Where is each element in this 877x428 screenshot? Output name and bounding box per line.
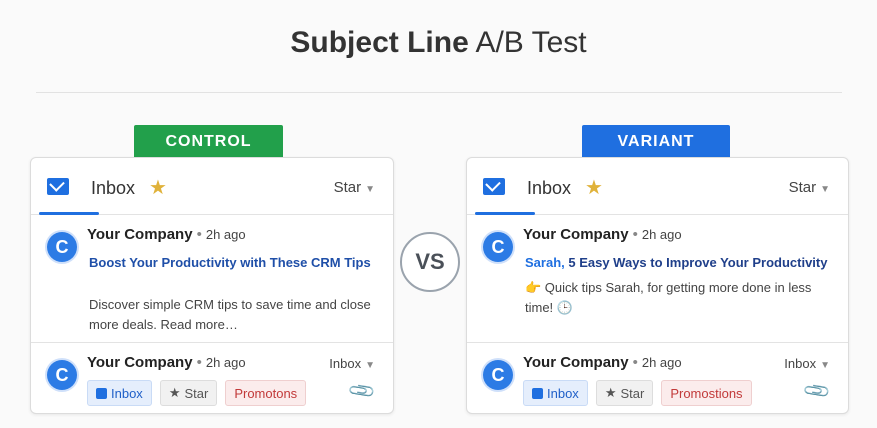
variant-tag: VARIANT xyxy=(582,125,730,158)
divider xyxy=(36,92,842,93)
paperclip-icon[interactable]: 📎 xyxy=(346,376,377,406)
star-chip[interactable]: ★ Star xyxy=(159,380,218,406)
email-row[interactable]: C Your Company • 2h ago Inbox ▼ Inbox ★ Star… xyxy=(467,343,848,413)
chevron-down-icon: ▼ xyxy=(820,184,830,195)
paperclip-icon[interactable]: 📎 xyxy=(801,376,832,406)
avatar: C xyxy=(47,232,77,262)
timestamp: 2h ago xyxy=(641,227,682,242)
timestamp: 2h ago xyxy=(205,355,246,370)
timestamp: 2h ago xyxy=(641,355,682,370)
star-icon: ★ xyxy=(604,385,617,400)
inbox-menu[interactable]: Inbox ▼ xyxy=(329,356,375,371)
inbox-chip[interactable]: Inbox xyxy=(87,380,152,406)
mail-icon[interactable] xyxy=(483,178,505,195)
sender-line: Your Company • 2h ago xyxy=(523,226,682,243)
mail-icon xyxy=(96,387,107,399)
sender-line: Your Company • 2h ago xyxy=(87,354,246,371)
inbox-chip[interactable]: Inbox xyxy=(523,380,588,406)
page-title: Subject Line A/B Test xyxy=(290,26,587,59)
label-chips: Inbox ★ Star Promostions xyxy=(523,380,752,406)
preview-text: 👉 Quick tips Sarah, for getting more don… xyxy=(525,280,812,315)
star-icon: ★ xyxy=(168,385,181,400)
email-row[interactable]: C Your Company • 2h ago Inbox ▼ Inbox ★ Star… xyxy=(31,343,393,413)
promotions-chip[interactable]: Promostions xyxy=(661,380,752,406)
avatar: C xyxy=(483,232,513,262)
star-icon[interactable]: ★ xyxy=(585,175,603,200)
sender-line: Your Company • 2h ago xyxy=(523,354,682,371)
inbox-label[interactable]: Inbox xyxy=(527,178,571,199)
vs-badge: VS xyxy=(400,232,460,292)
star-menu[interactable]: Star ▼ xyxy=(334,179,375,196)
mail-icon xyxy=(532,387,543,399)
subject-line: Sarah, 5 Easy Ways to Improve Your Produ… xyxy=(525,255,828,270)
star-icon[interactable]: ★ xyxy=(149,175,167,200)
inbox-header: Inbox ★ Star ▼ xyxy=(31,158,393,215)
avatar: C xyxy=(483,360,513,390)
sender-line: Your Company • 2h ago xyxy=(87,226,246,243)
chevron-down-icon: ▼ xyxy=(365,184,375,195)
subject-line: Boost Your Productivity with These CRM T… xyxy=(89,255,371,270)
control-tag: CONTROL xyxy=(134,125,283,158)
star-menu[interactable]: Star ▼ xyxy=(789,179,830,196)
email-message[interactable]: C Your Company • 2h ago Sarah, 5 Easy Ways… xyxy=(467,215,848,343)
inbox-label[interactable]: Inbox xyxy=(91,178,135,199)
preview-text: Discover simple CRM tips to save time an… xyxy=(89,297,371,332)
label-chips: Inbox ★ Star Promotons xyxy=(87,380,307,406)
inbox-header: Inbox ★ Star ▼ xyxy=(467,158,848,215)
mail-icon[interactable] xyxy=(47,178,69,195)
email-message[interactable]: C Your Company • 2h ago Boost Your Product… xyxy=(31,215,393,343)
chevron-down-icon: ▼ xyxy=(365,360,375,371)
promotions-chip[interactable]: Promotons xyxy=(225,380,307,406)
avatar: C xyxy=(47,360,77,390)
variant-email-card: Inbox ★ Star ▼ C Your Company • 2h ago Sara… xyxy=(466,157,849,414)
star-chip[interactable]: ★ Star xyxy=(595,380,654,406)
chevron-down-icon: ▼ xyxy=(820,360,830,371)
control-email-card: Inbox ★ Star ▼ C Your Company • 2h ago Boos… xyxy=(30,157,394,414)
inbox-menu[interactable]: Inbox ▼ xyxy=(784,356,830,371)
timestamp: 2h ago xyxy=(205,227,246,242)
